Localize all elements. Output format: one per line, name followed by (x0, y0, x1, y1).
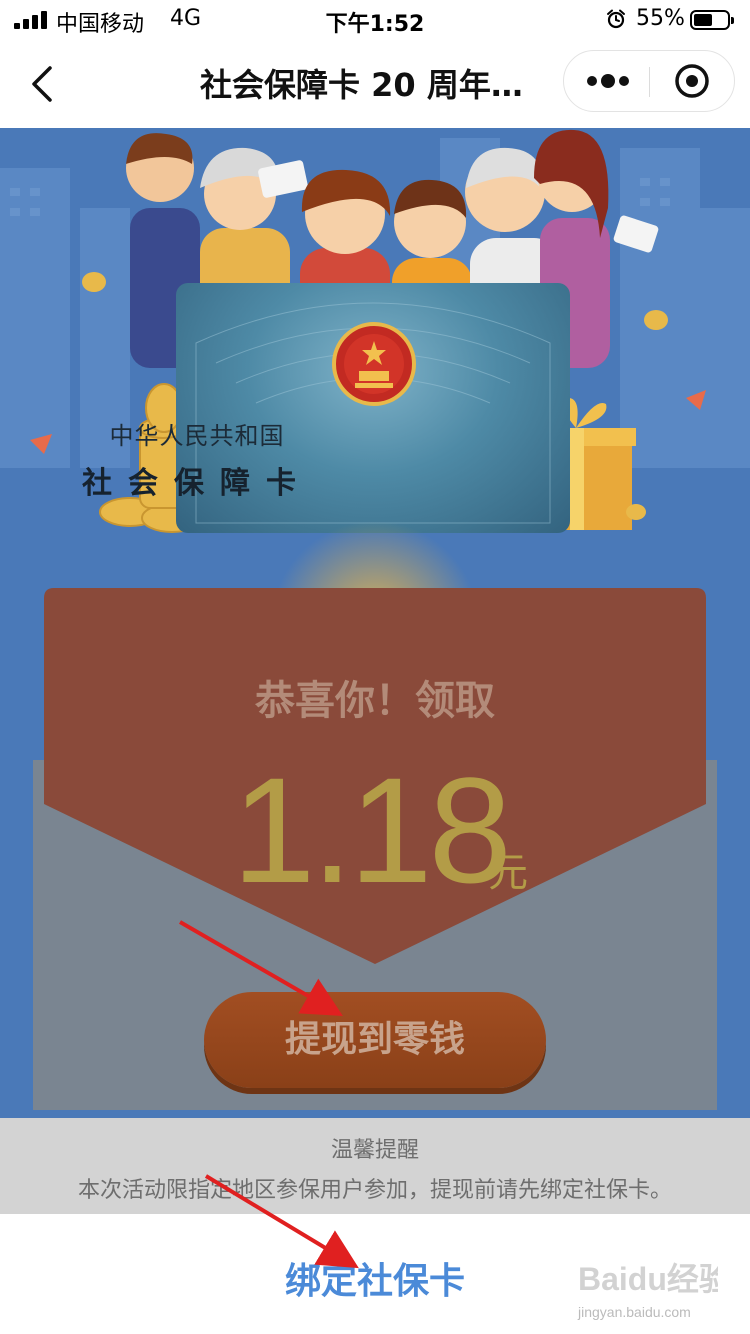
withdraw-button[interactable]: 提现到零钱 (204, 992, 546, 1088)
amount-unit: 元 (488, 850, 528, 896)
status-bar: 中国移动 4G 下午1:52 55% (0, 0, 750, 40)
national-emblem-icon (332, 322, 416, 406)
reward-scene: 中华人民共和国 社会保障卡 恭喜你！领取 1.18 元 提现到零钱 (0, 128, 750, 1118)
battery-percent: 55% (636, 6, 685, 31)
nav-bar: 社会保障卡 20 周年… (0, 40, 750, 128)
reminder-text: 本次活动限指定地区参保用户参加，提现前请先绑定社保卡。 (77, 1178, 672, 1203)
close-target-icon[interactable] (650, 51, 736, 111)
battery-icon (690, 10, 734, 30)
baidu-jingyan-watermark-logo: Baidu经验 (578, 1261, 718, 1297)
watermark-url: jingyan.baidu.com (578, 1304, 691, 1320)
battery-fill (694, 14, 712, 26)
bind-card-section: 绑定社保卡 Baidu经验 jingyan.baidu.com (0, 1214, 750, 1334)
mini-program-capsule (563, 50, 735, 112)
congrats-text: 恭喜你！领取 (255, 678, 495, 724)
card-name: 社会保障卡 (82, 466, 312, 501)
watermark-logo-text: Baidu经验 (578, 1261, 718, 1297)
alarm-icon (607, 9, 625, 29)
reminder-title: 温馨提醒 (330, 1138, 419, 1163)
more-dots-icon[interactable] (564, 51, 650, 111)
reminder-box: 温馨提醒 本次活动限指定地区参保用户参加，提现前请先绑定社保卡。 (0, 1118, 750, 1214)
page-title: 社会保障卡 20 周年… (200, 66, 523, 104)
card-country: 中华人民共和国 (109, 422, 285, 450)
back-arrow-icon[interactable] (24, 60, 64, 108)
reward-amount: 1.18 (232, 746, 512, 914)
